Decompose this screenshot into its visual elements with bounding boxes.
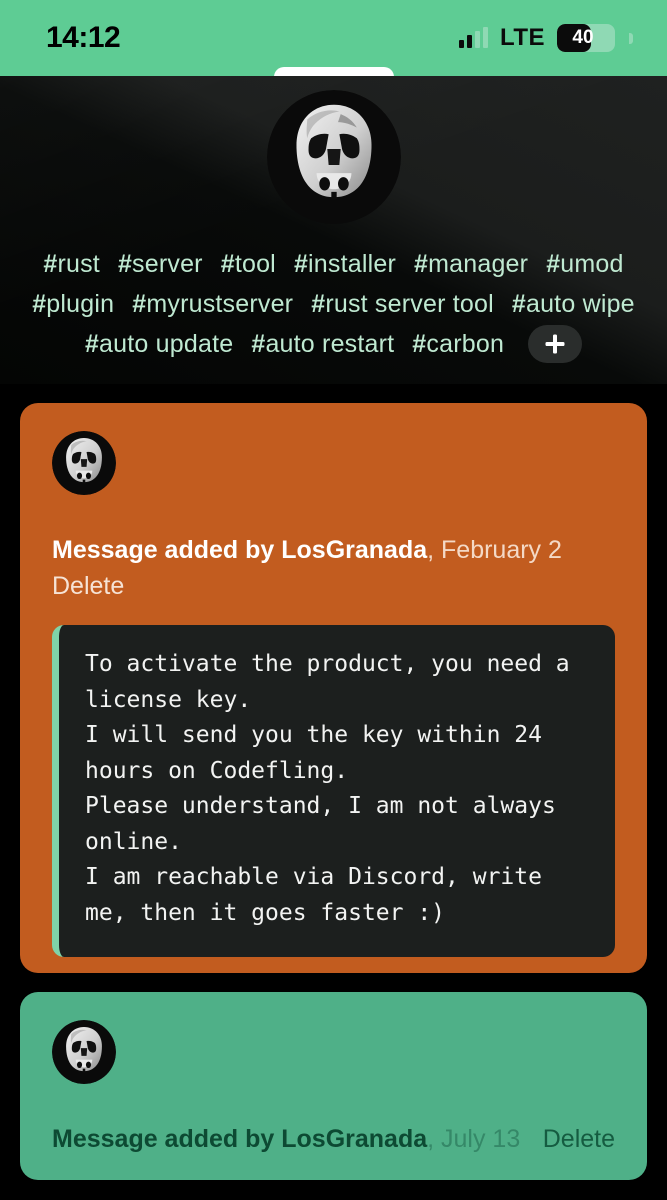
tag-rust-server-tool[interactable]: #rust server tool <box>311 284 494 324</box>
delete-message-button[interactable]: Delete <box>52 569 615 603</box>
message-feed: Message added by LosGranada, February 2 … <box>0 403 667 1180</box>
delete-message-button[interactable]: Delete <box>543 1122 615 1156</box>
stormtrooper-avatar[interactable] <box>52 431 116 495</box>
message-author-name[interactable]: LosGranada <box>281 536 427 564</box>
tag-manager[interactable]: #manager <box>414 244 528 284</box>
message-date: , February 2 <box>427 536 562 564</box>
tag-list: #rust #server #tool #installer #manager … <box>0 244 667 364</box>
message-card-february: Message added by LosGranada, February 2 … <box>20 403 647 973</box>
tag-myrustserver[interactable]: #myrustserver <box>132 284 293 324</box>
message-meta: Message added by LosGranada, July 13 <box>52 1122 520 1156</box>
message-author-prefix: Message added by <box>52 536 282 564</box>
battery-tip <box>629 32 633 44</box>
tag-server[interactable]: #server <box>118 244 203 284</box>
message-meta-row: Message added by LosGranada, July 13 Del… <box>52 1122 615 1156</box>
tag-carbon[interactable]: #carbon <box>412 324 504 364</box>
add-tag-button[interactable] <box>528 325 583 363</box>
tag-auto-wipe[interactable]: #auto wipe <box>512 284 635 324</box>
message-author-name[interactable]: LosGranada <box>281 1125 427 1153</box>
tag-plugin[interactable]: #plugin <box>32 284 114 324</box>
tag-installer[interactable]: #installer <box>294 244 396 284</box>
stormtrooper-avatar-icon <box>266 90 401 224</box>
message-author-prefix: Message added by <box>52 1125 282 1153</box>
stormtrooper-avatar-icon <box>52 431 116 495</box>
status-bar: 14:12 LTE 40 <box>0 0 667 77</box>
message-card-july: Message added by LosGranada, July 13 Del… <box>20 992 647 1180</box>
status-bar-indicators: LTE 40 <box>458 24 633 52</box>
stormtrooper-avatar[interactable] <box>52 1020 116 1084</box>
network-type-label: LTE <box>499 24 545 51</box>
battery-percent-label: 40 <box>572 27 594 48</box>
message-meta: Message added by LosGranada, February 2 <box>52 533 615 567</box>
status-bar-clock: 14:12 <box>46 21 121 54</box>
tag-tool[interactable]: #tool <box>221 244 276 284</box>
message-date: , July 13 <box>427 1125 521 1153</box>
tag-rust[interactable]: #rust <box>43 244 100 284</box>
profile-header-banner: #rust #server #tool #installer #manager … <box>0 76 667 384</box>
stormtrooper-avatar-icon <box>52 1020 116 1084</box>
tag-auto-restart[interactable]: #auto restart <box>251 324 394 364</box>
plus-icon <box>545 334 565 354</box>
battery-icon: 40 <box>557 24 615 52</box>
tag-umod[interactable]: #umod <box>546 244 623 284</box>
stormtrooper-avatar[interactable] <box>266 90 401 224</box>
message-code-block: To activate the product, you need a lice… <box>52 625 615 957</box>
signal-bars-icon <box>458 27 488 48</box>
tag-auto-update[interactable]: #auto update <box>85 324 233 364</box>
